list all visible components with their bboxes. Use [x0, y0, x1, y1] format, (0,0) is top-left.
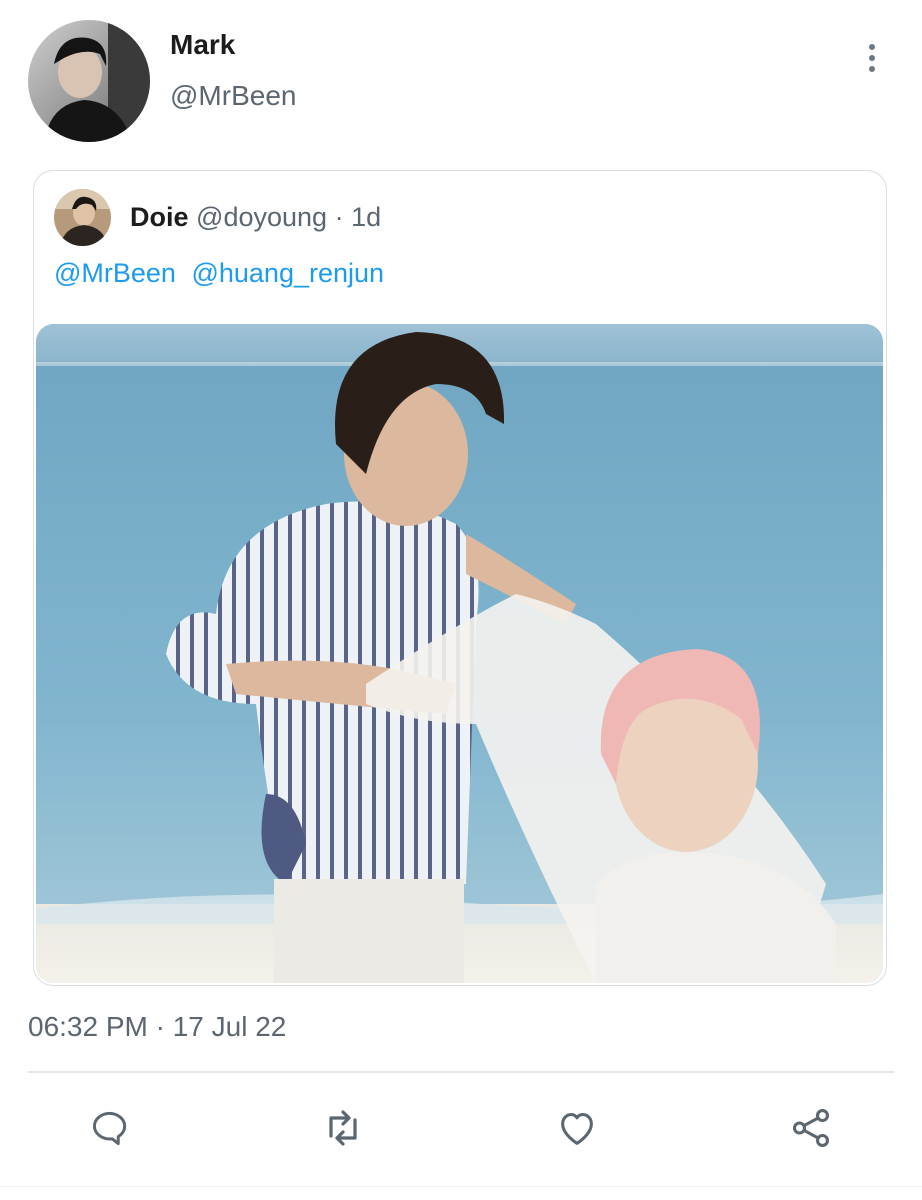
tweet-timestamp: 06:32 PM · 17 Jul 22: [28, 1011, 287, 1042]
retweet-button[interactable]: [319, 1104, 367, 1152]
share-button[interactable]: [787, 1104, 835, 1152]
mention-link[interactable]: @MrBeen: [54, 258, 176, 288]
quoted-tweet-card[interactable]: Doie @doyoung · 1d @MrBeen @huang_renjun: [33, 170, 887, 986]
quoted-tweet-photo[interactable]: [36, 324, 883, 983]
meta-separator: ·: [334, 202, 344, 232]
quoted-author-name[interactable]: Doie: [130, 202, 189, 232]
author-name[interactable]: Mark: [170, 29, 235, 61]
reply-icon: [92, 1111, 127, 1146]
mention-link[interactable]: @huang_renjun: [191, 258, 384, 288]
bottom-divider: [0, 1186, 922, 1187]
like-icon: [561, 1113, 593, 1145]
quoted-author-avatar[interactable]: [54, 189, 111, 246]
reply-button[interactable]: [86, 1104, 134, 1152]
more-options-button[interactable]: [852, 38, 892, 78]
author-avatar[interactable]: [28, 20, 150, 142]
quoted-tweet-header: Doie @doyoung · 1d: [130, 202, 381, 233]
like-button[interactable]: [553, 1104, 601, 1152]
quoted-author-handle[interactable]: @doyoung: [196, 202, 327, 232]
divider: [28, 1071, 894, 1073]
author-handle[interactable]: @MrBeen: [170, 80, 296, 112]
share-icon: [792, 1109, 830, 1147]
retweet-icon: [329, 1110, 357, 1146]
more-vertical-icon: [869, 44, 875, 50]
quoted-tweet-age: 1d: [351, 202, 382, 232]
quoted-tweet-text: @MrBeen @huang_renjun: [54, 258, 392, 289]
